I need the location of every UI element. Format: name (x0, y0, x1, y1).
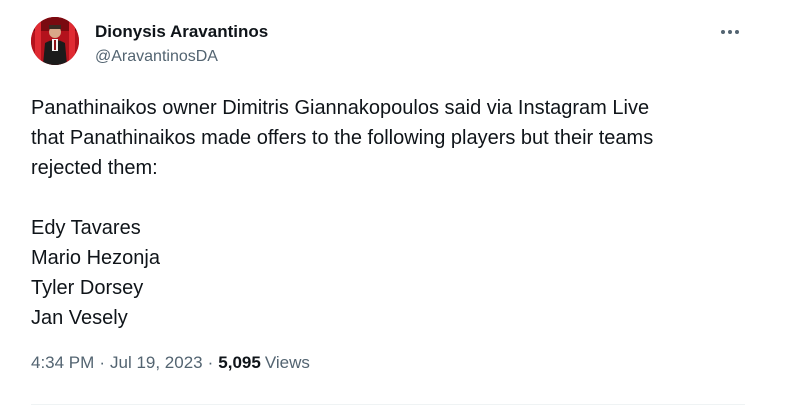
author-handle[interactable]: @AravantinosDA (95, 47, 268, 66)
author-display-name[interactable]: Dionysis Aravantinos (95, 22, 268, 42)
more-dot (735, 30, 739, 34)
tweet-text-line: Panathinaikos owner Dimitris Giannakopou… (31, 97, 650, 119)
tweet-meta: 4:34 PM · Jul 19, 2023 · 5,095 Views (31, 353, 310, 373)
more-dot (721, 30, 725, 34)
views-count: 5,095 (218, 353, 261, 372)
more-dot (728, 30, 732, 34)
player-name: Mario Hezonja (31, 247, 160, 269)
views-label: Views (264, 353, 310, 372)
more-options-icon[interactable] (717, 22, 743, 42)
player-name: Edy Tavares (31, 217, 141, 239)
meta-separator: · (207, 353, 214, 372)
tweet-text-line: rejected them: (31, 157, 158, 179)
tweet-text-line: that Panathinaikos made offers to the fo… (31, 127, 654, 149)
author-block: Dionysis Aravantinos @AravantinosDA (95, 22, 268, 67)
player-name: Tyler Dorsey (31, 277, 144, 299)
divider (31, 404, 745, 405)
avatar-image (31, 17, 79, 65)
avatar[interactable] (31, 17, 79, 65)
tweet-text: Panathinaikos owner Dimitris Giannakopou… (31, 93, 731, 333)
meta-separator: · (99, 353, 105, 372)
player-name: Jan Vesely (31, 307, 128, 329)
tweet-card: Dionysis Aravantinos @AravantinosDA Pana… (0, 0, 795, 409)
tweet-date[interactable]: Jul 19, 2023 (110, 353, 203, 373)
tweet-time[interactable]: 4:34 PM (31, 353, 94, 373)
tweet-header: Dionysis Aravantinos @AravantinosDA (31, 17, 745, 73)
